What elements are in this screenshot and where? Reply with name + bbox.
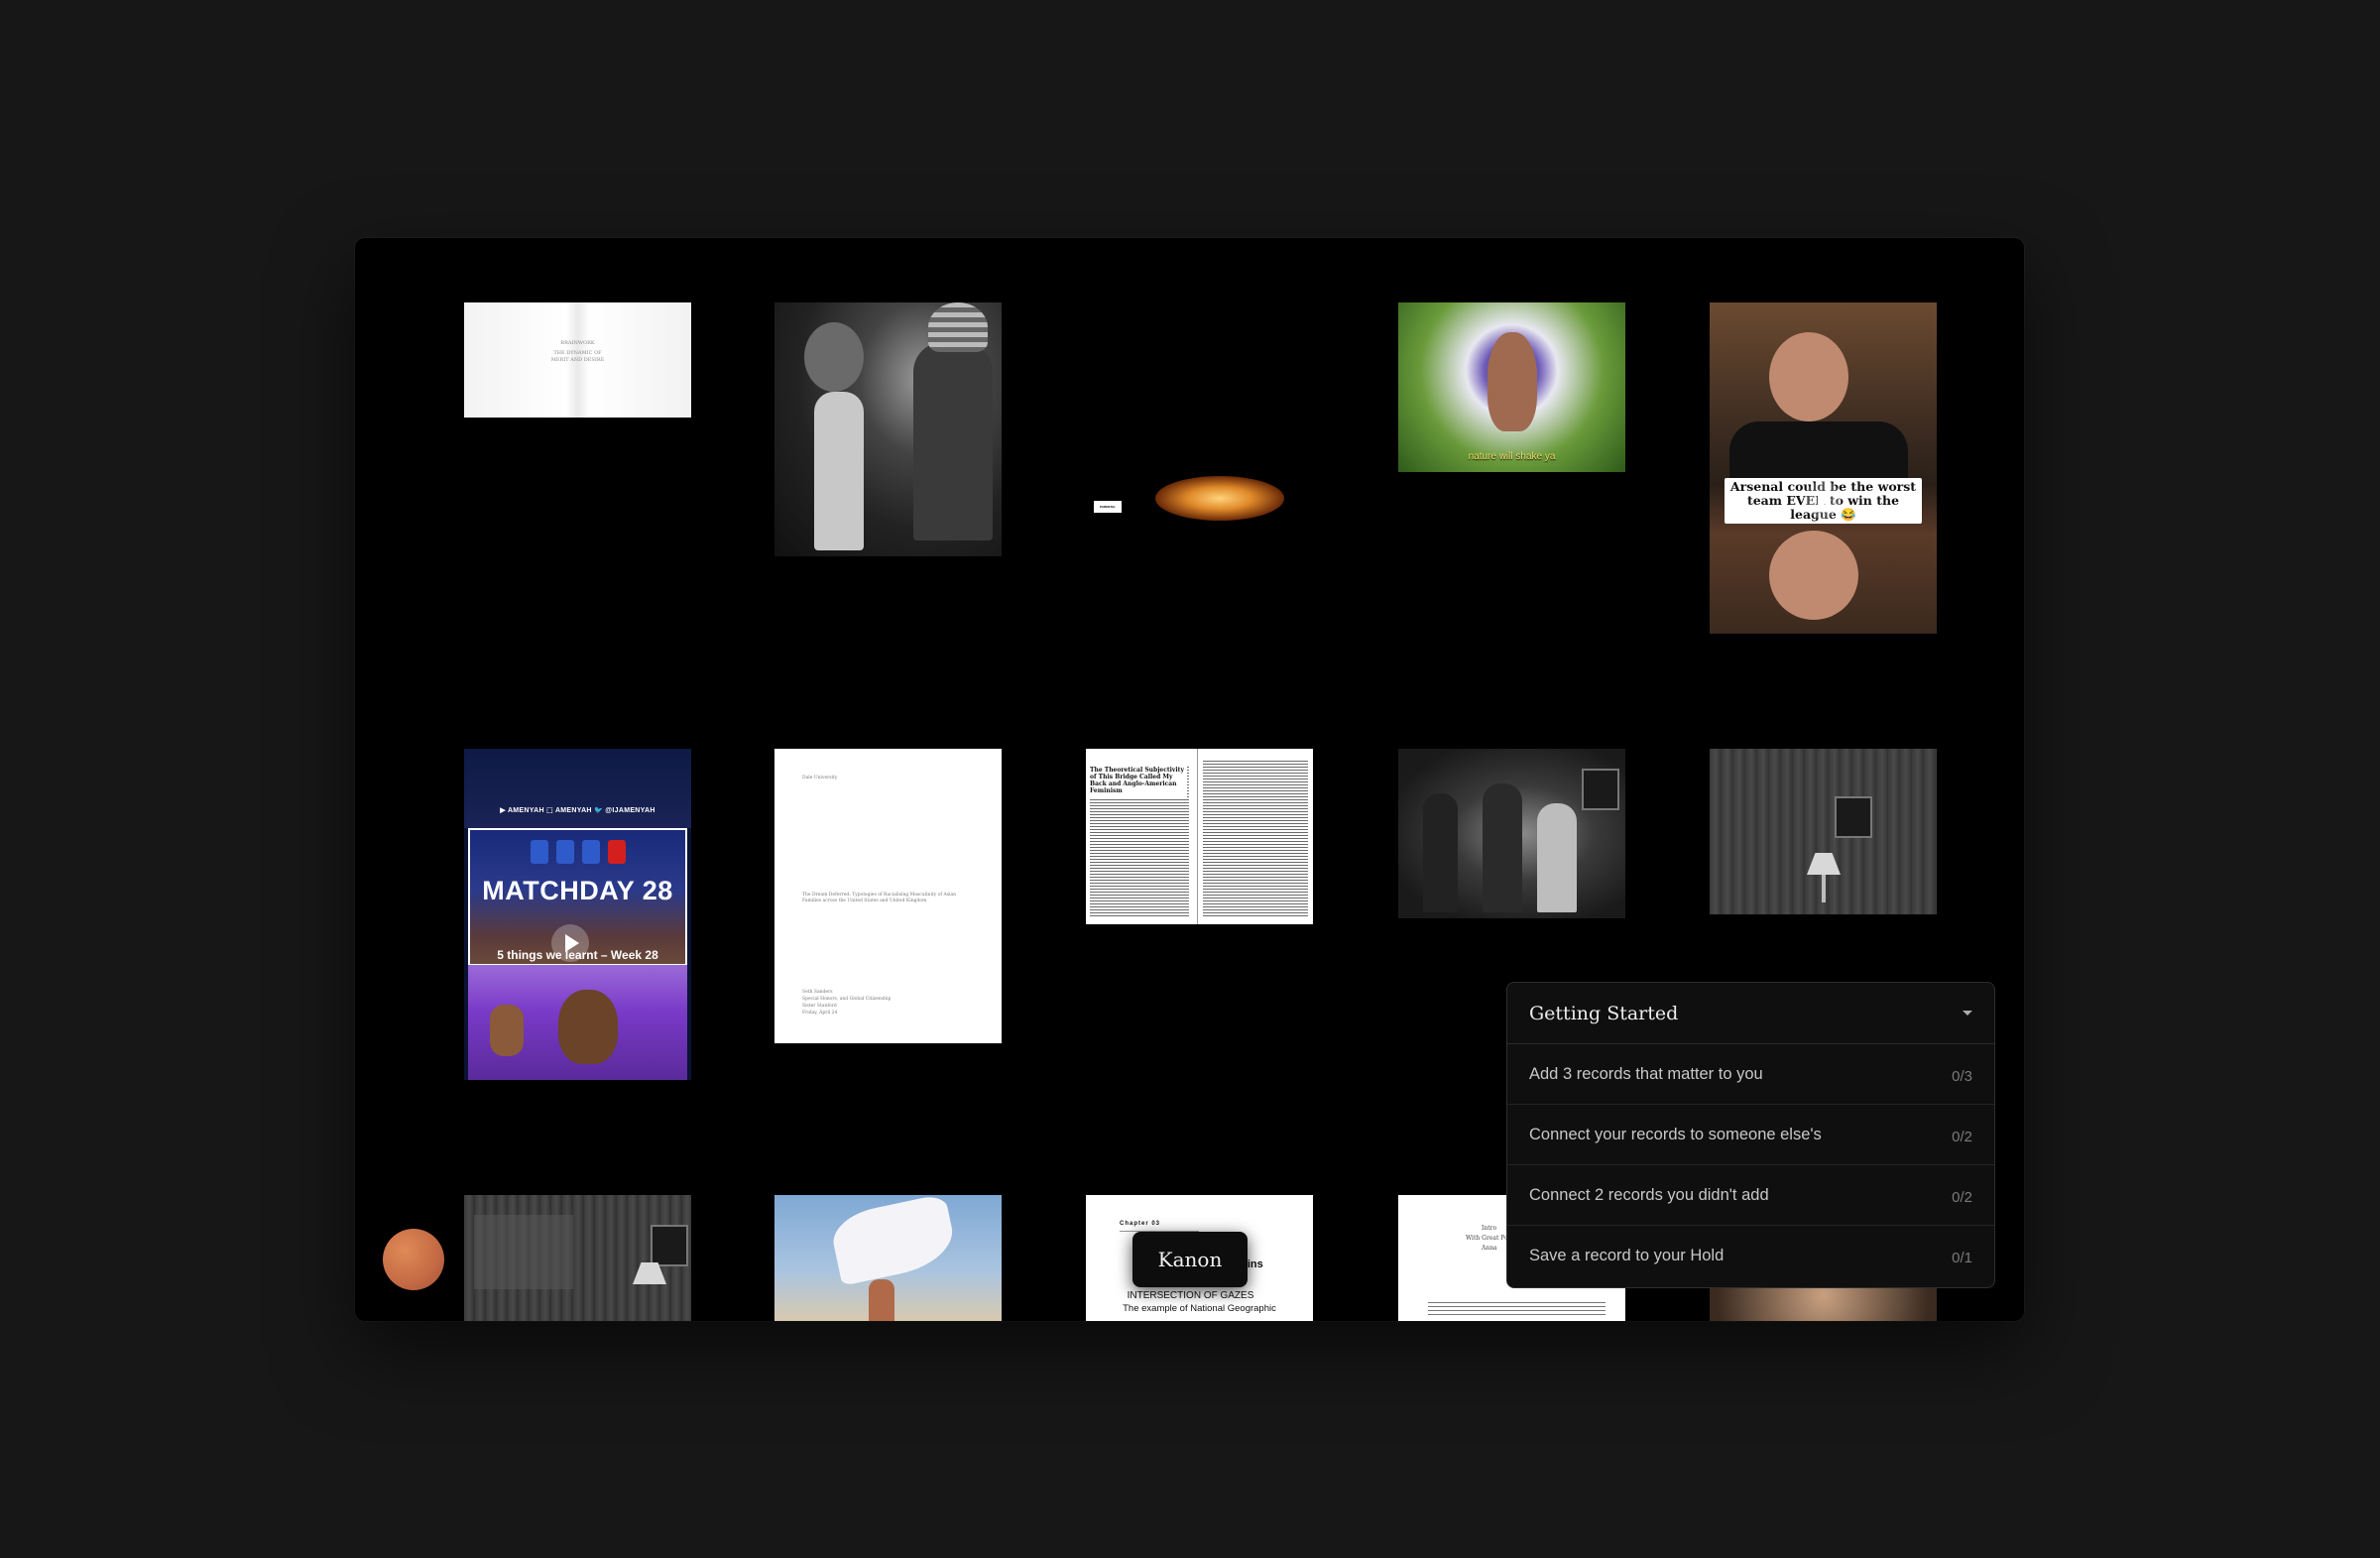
- chapter-label: Chapter 03: [1120, 1221, 1161, 1227]
- record-tooltip: Kanon: [1132, 1232, 1248, 1287]
- record-card-party-scene[interactable]: [1398, 749, 1625, 918]
- lamp-shade: [1807, 853, 1841, 875]
- host-shirt: [1729, 421, 1908, 481]
- video-subtitle: nature will shake ya: [1468, 451, 1556, 462]
- fire-glow: [1155, 476, 1284, 521]
- checklist-item[interactable]: Connect your records to someone else's 0…: [1507, 1105, 1994, 1165]
- book-title-line: MERIT AND DESIRE: [550, 357, 605, 363]
- record-card-article[interactable]: The Theoretical Subjectivity of This Bri…: [1086, 749, 1313, 924]
- article-column: [1203, 761, 1308, 918]
- user-avatar[interactable]: [383, 1229, 444, 1290]
- article-heading: The Theoretical Subjectivity of This Bri…: [1090, 767, 1187, 797]
- record-card-podcast-clip[interactable]: Arsenal could be the worst team EVER to …: [1710, 302, 1937, 634]
- figure: [1423, 793, 1458, 912]
- chevron-down-icon[interactable]: [1963, 1011, 1972, 1016]
- record-card-wood-room[interactable]: [464, 1195, 691, 1321]
- getting-started-panel: Getting Started Add 3 records that matte…: [1506, 982, 1995, 1288]
- social-handles: ▶ AMENYAH ⬚ AMENYAH 🐦 @IJAMENYAH: [500, 807, 655, 814]
- league-logos: [470, 840, 685, 869]
- record-card-dancing-couple[interactable]: [774, 302, 1002, 556]
- record-card-flag-photo[interactable]: [774, 1195, 1002, 1321]
- matchday-header: [464, 749, 691, 828]
- checklist-item-progress: 0/2: [1952, 1188, 1972, 1206]
- checklist-item-progress: 0/1: [1952, 1249, 1972, 1266]
- book-title-line: BRAINWORK: [560, 340, 595, 346]
- checklist-item-label: Connect your records to someone else's: [1529, 1125, 1822, 1143]
- figure: [1537, 803, 1577, 912]
- checklist-item[interactable]: Connect 2 records you didn't add 0/2: [1507, 1165, 1994, 1226]
- records-canvas[interactable]: BRAINWORK THE DYNAMIC OF MERIT AND DESIR…: [355, 238, 2024, 1321]
- wall-frame: [1835, 796, 1872, 838]
- checklist-item-progress: 0/3: [1952, 1067, 1972, 1085]
- play-icon[interactable]: [1804, 481, 1842, 519]
- checklist-item-label: Connect 2 records you didn't add: [1529, 1185, 1769, 1204]
- getting-started-title: Getting Started: [1529, 1002, 1679, 1024]
- figure: [1483, 783, 1522, 912]
- wall-frame: [651, 1225, 688, 1266]
- record-card-thesis[interactable]: Dale University The Dream Deferred: Typo…: [774, 749, 1002, 1043]
- white-cloth: [828, 1195, 959, 1286]
- doc-line: Sister Stanford: [802, 1004, 837, 1009]
- figure-hair: [804, 322, 864, 392]
- doc-line: Friday, April 24: [802, 1011, 838, 1016]
- host-head-top: [1769, 332, 1848, 421]
- presenter-frame: [468, 965, 687, 1080]
- wall-frame: [1582, 769, 1619, 810]
- intro-body-text: [1428, 1302, 1606, 1317]
- checklist-item[interactable]: Add 3 records that matter to you 0/3: [1507, 1044, 1994, 1105]
- getting-started-header[interactable]: Getting Started: [1507, 983, 1994, 1044]
- play-icon[interactable]: [551, 924, 589, 962]
- checklist-item-label: Add 3 records that matter to you: [1529, 1064, 1763, 1083]
- parental-advisory-badge: PARENTAL ADVISORY: [1094, 501, 1122, 513]
- record-card-book[interactable]: BRAINWORK THE DYNAMIC OF MERIT AND DESIR…: [464, 302, 691, 418]
- figure-face: [1488, 332, 1537, 431]
- chapter-heading: INTERSECTION OF GAZES: [1127, 1290, 1254, 1301]
- doc-line: The Dream Deferred: Typologies of Racial…: [802, 893, 957, 903]
- presenter-face: [557, 990, 618, 1064]
- figure: [869, 1279, 894, 1321]
- lamp-stand: [1822, 875, 1826, 902]
- window-reflection: [474, 1215, 573, 1289]
- intro-line: Intro: [1482, 1225, 1497, 1232]
- record-card-matchday[interactable]: ▶ AMENYAH ⬚ AMENYAH 🐦 @IJAMENYAH MATCHDA…: [464, 749, 691, 1080]
- record-card-lamp-room[interactable]: [1710, 749, 1937, 914]
- figure-dress: [814, 392, 864, 550]
- presenter-hand: [490, 1005, 524, 1056]
- checklist-item-label: Save a record to your Hold: [1529, 1246, 1725, 1264]
- checklist-item[interactable]: Save a record to your Hold 0/1: [1507, 1226, 1994, 1285]
- beanie: [928, 302, 988, 352]
- book-title-line: THE DYNAMIC OF: [553, 350, 602, 356]
- figure-man: [913, 342, 993, 540]
- matchday-title: MATCHDAY 28: [482, 876, 673, 905]
- guest-head: [1769, 531, 1858, 620]
- record-card-fire-album[interactable]: PARENTAL ADVISORY: [1086, 302, 1313, 537]
- doc-line: Dale University: [802, 776, 838, 780]
- checklist-item-progress: 0/2: [1952, 1128, 1972, 1145]
- doc-line: Seth Sanders: [802, 990, 833, 995]
- intro-line: Anna: [1482, 1245, 1497, 1252]
- record-card-flower-clip[interactable]: nature will shake ya: [1398, 302, 1625, 472]
- chapter-subheading: The example of National Geographic: [1123, 1303, 1276, 1314]
- page-gutter: [1197, 749, 1198, 924]
- doc-line: Special Honors, and Global Citizenship: [802, 997, 892, 1002]
